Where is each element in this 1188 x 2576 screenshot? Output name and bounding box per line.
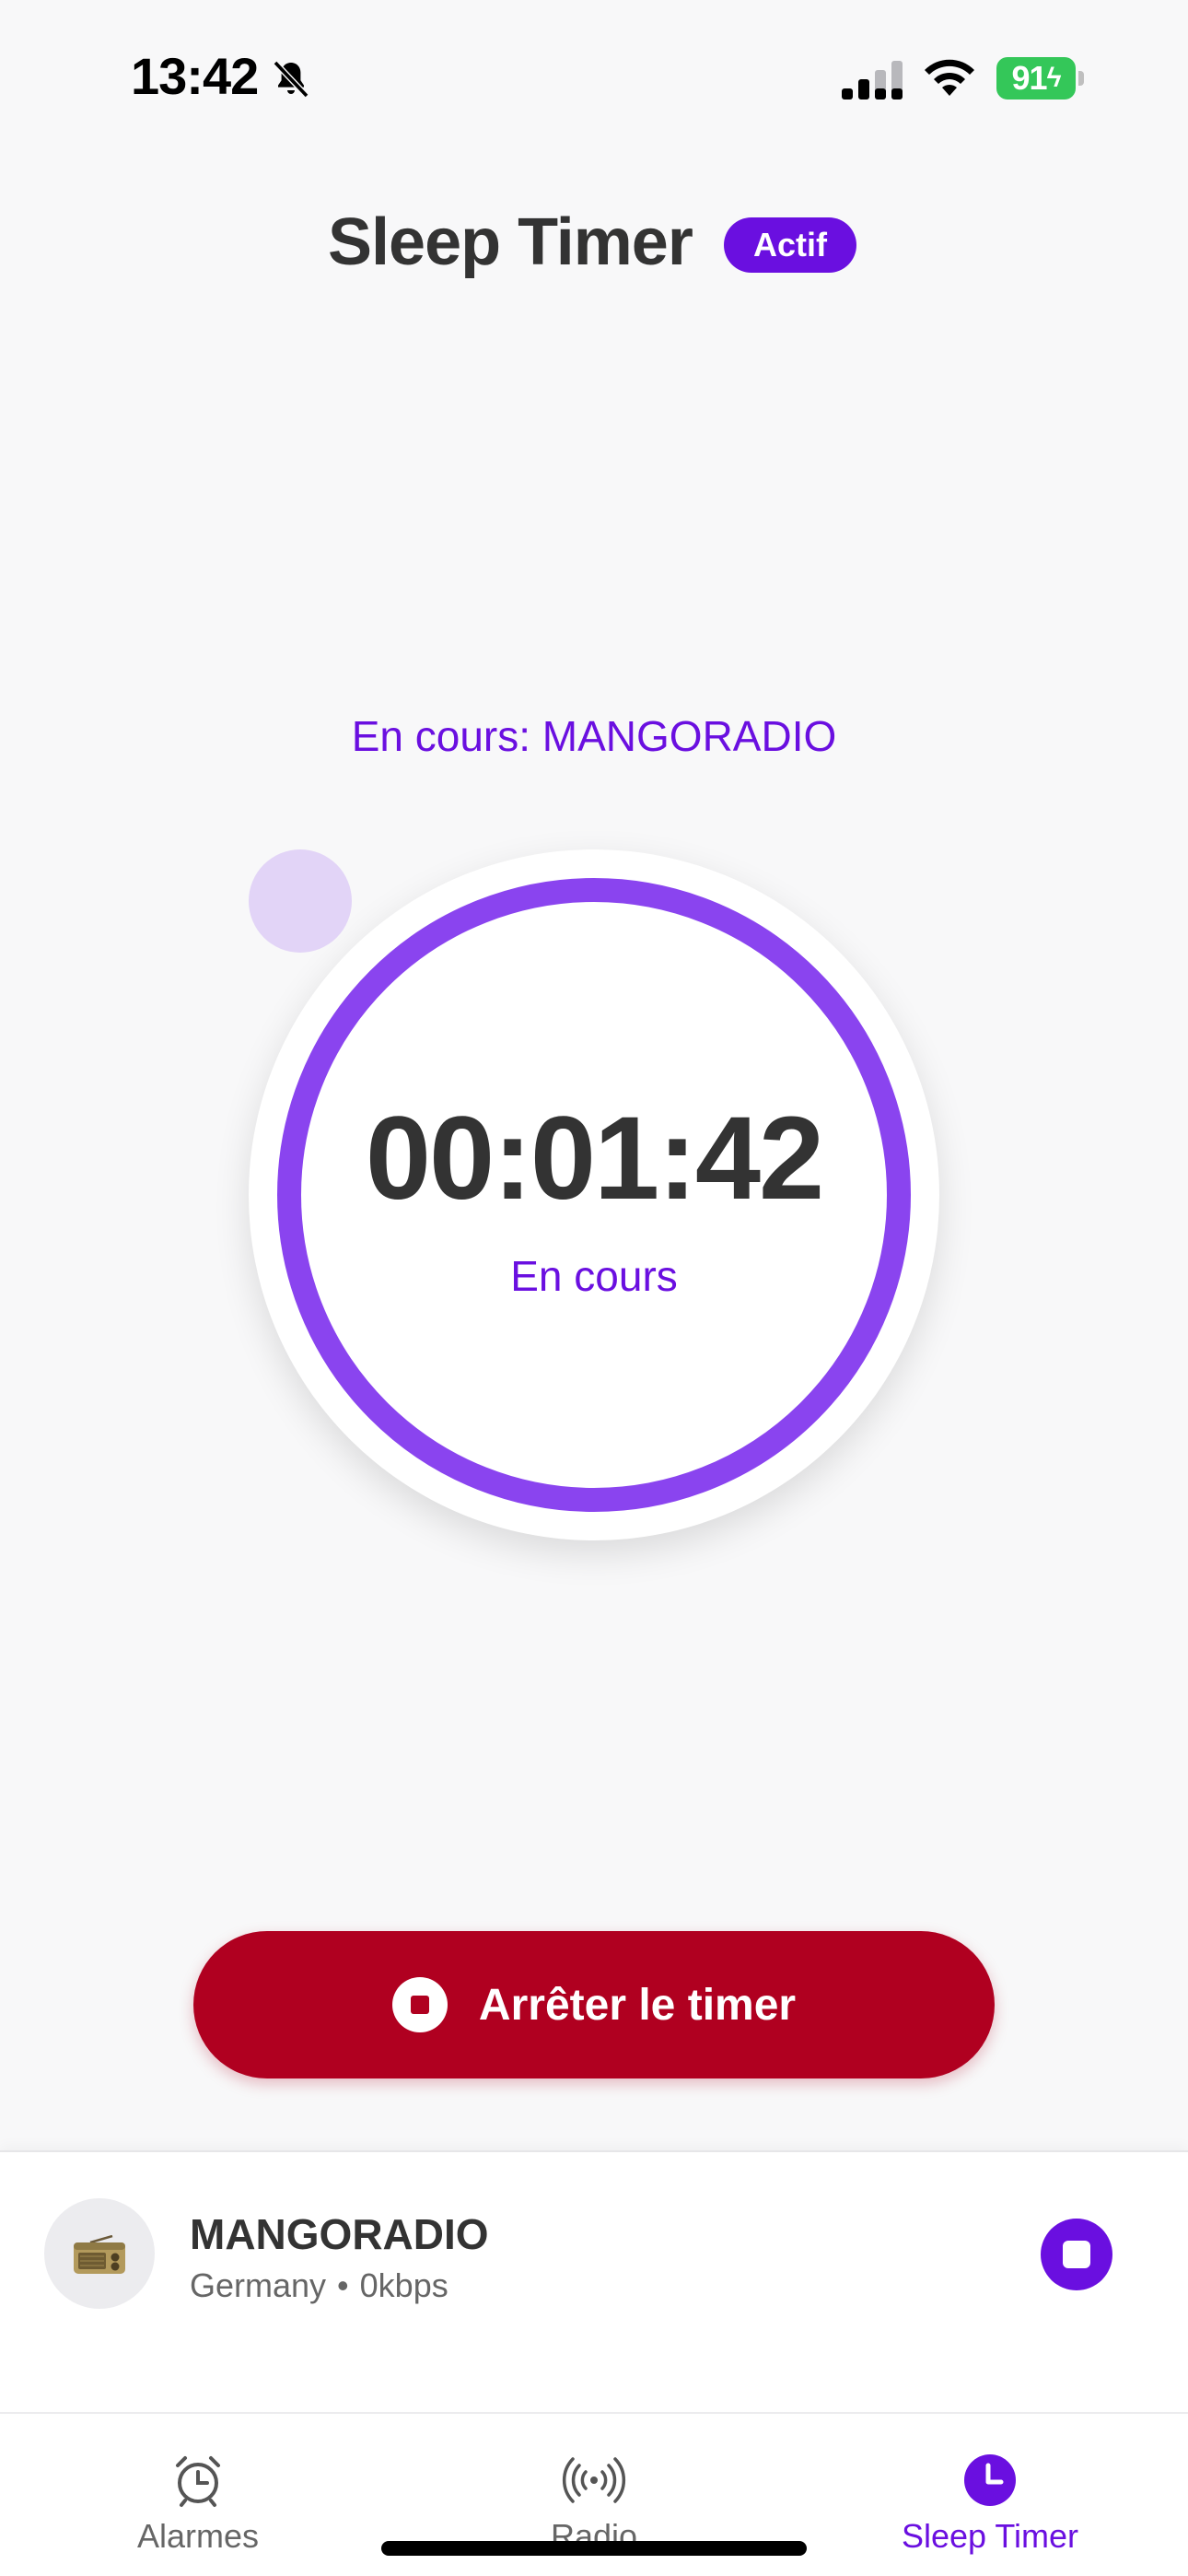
battery-level: 91 ϟ [996,57,1076,100]
station-bitrate: 0kbps [359,2266,448,2304]
stop-timer-label: Arrêter le timer [478,1980,797,2030]
tab-label: Alarmes [136,2517,260,2555]
clock-icon [964,2454,1016,2506]
cellular-signal-icon [842,61,903,100]
progress-indicator-dot [249,849,352,953]
now-playing-label: En cours: MANGORADIO [351,712,837,760]
bell-slash-icon [273,60,309,99]
battery-charging-icon: 91 ϟ [996,57,1085,100]
tab-sleep-timer[interactable]: Sleep Timer [792,2414,1188,2576]
radio-icon [74,2235,125,2274]
stop-circle-icon [391,1977,448,2032]
status-badge: Actif [724,217,856,273]
station-logo [44,2198,155,2309]
station-meta: Germany • 0kbps [190,2266,448,2305]
broadcast-icon [562,2457,626,2503]
sleep-timer-screen: 13:42 91 ϟ Sleep Timer Actif En cours: M… [0,0,1188,2576]
status-time: 13:42 [131,47,259,105]
player-stop-button[interactable] [1041,2219,1112,2290]
wifi-icon [925,59,974,96]
station-country: Germany [190,2266,327,2304]
status-bar: 13:42 91 ϟ [0,0,1188,157]
stop-timer-button[interactable]: Arrêter le timer [193,1931,995,2078]
station-name: MANGORADIO [190,2210,489,2258]
alarm-clock-icon [176,2456,220,2507]
home-indicator[interactable] [381,2541,807,2556]
mini-player[interactable]: MANGORADIO Germany • 0kbps [0,2150,1188,2414]
timer-status: En cours [510,1252,678,1300]
tab-alarmes[interactable]: Alarmes [0,2414,396,2576]
page-title: Sleep Timer [328,205,693,279]
timer-countdown: 00:01:42 [365,1093,824,1224]
tab-label: Sleep Timer [901,2517,1079,2555]
meta-separator: • [337,2266,349,2304]
